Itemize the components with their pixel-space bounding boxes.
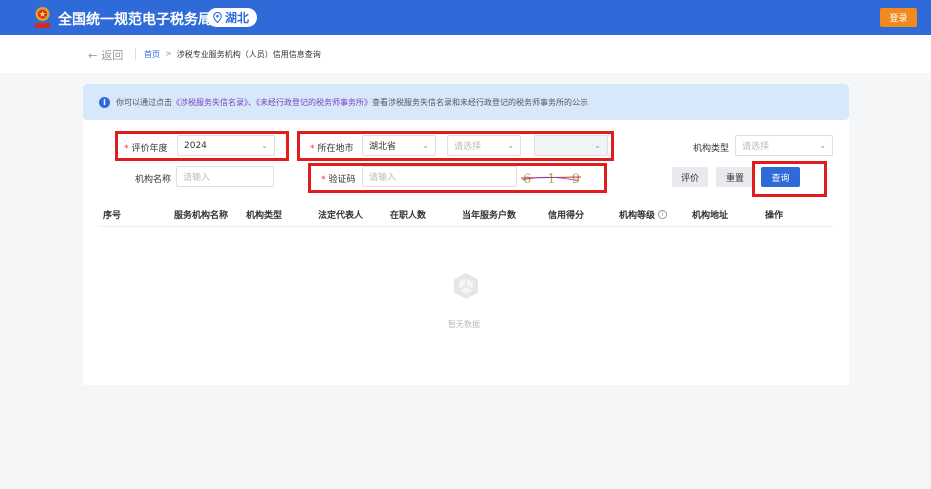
col-index: 序号 (103, 211, 122, 221)
notice-banner: i 你可以通过点击《涉税服务失信名录》、《未经行政登记的税务师事务所》查看涉税服… (83, 84, 849, 120)
national-emblem-icon (35, 7, 50, 28)
divider (135, 48, 136, 60)
highlight-box-search (752, 161, 827, 197)
back-button[interactable]: ← 返回 (88, 47, 123, 63)
org-type-label: 机构类型 (693, 144, 730, 154)
info-icon[interactable]: i (658, 210, 668, 219)
breadcrumb: 首页 > 涉税专业服务机构（人员）信用信息查询 (144, 49, 321, 60)
region-selector[interactable]: 湖北 (207, 8, 258, 27)
query-panel: i 你可以通过点击《涉税服务失信名录》、《未经行政登记的税务师事务所》查看涉税服… (83, 84, 849, 385)
col-credit-score: 信用得分 (548, 211, 585, 221)
empty-state-text: 暂无数据 (448, 320, 480, 329)
org-type-placeholder: 请选择 (742, 142, 770, 152)
col-legal-rep: 法定代表人 (318, 211, 364, 221)
breadcrumb-bar: ← 返回 首页 > 涉税专业服务机构（人员）信用信息查询 (0, 35, 931, 73)
notice-joiner: 、 (248, 97, 256, 107)
chevron-down-icon: ⌄ (819, 141, 826, 150)
breadcrumb-current: 涉税专业服务机构（人员）信用信息查询 (176, 50, 321, 59)
notice-suffix: 查看涉税服务失信名录和未经行政登记的税务师事务所的公示 (372, 97, 588, 107)
org-name-input[interactable]: 请输入 (176, 166, 274, 187)
col-clients-count: 当年服务户数 (462, 211, 517, 221)
col-org-name: 服务机构名称 (174, 211, 229, 221)
login-button[interactable]: 登录 (880, 8, 917, 27)
unregistered-firms-link[interactable]: 《未经行政登记的税务师事务所》 (256, 98, 372, 107)
col-org-type: 机构类型 (246, 211, 283, 221)
col-staff-count: 在职人数 (390, 211, 427, 221)
col-org-address: 机构地址 (692, 211, 729, 221)
arrow-left-icon: ← (88, 48, 98, 62)
table-header: 序号 服务机构名称 机构类型 法定代表人 在职人数 当年服务户数 信用得分 机构… (98, 202, 833, 227)
evaluate-button[interactable]: 评价 (672, 167, 708, 187)
col-org-level: 机构等级 i (619, 208, 668, 221)
highlight-box-location (297, 131, 614, 161)
location-pin-icon (213, 12, 222, 23)
org-name-label: 机构名称 (135, 175, 172, 185)
top-header: 全国统一规范电子税务局 湖北 登录 (0, 0, 931, 35)
reset-button[interactable]: 重置 (716, 167, 754, 187)
col-actions: 操作 (765, 211, 784, 221)
empty-box-icon (454, 273, 478, 299)
region-label: 湖北 (225, 11, 250, 25)
back-label: 返回 (101, 49, 124, 62)
org-type-select[interactable]: 请选择 ⌄ (735, 135, 833, 156)
col-org-level-label: 机构等级 (619, 211, 656, 221)
breadcrumb-home-link[interactable]: 首页 (144, 49, 160, 60)
blacklist-link[interactable]: 《涉税服务失信名录》 (172, 98, 248, 107)
highlight-box-captcha (308, 163, 607, 193)
org-name-placeholder: 请输入 (183, 173, 211, 183)
site-title: 全国统一规范电子税务局 (58, 12, 212, 28)
info-icon: i (99, 96, 110, 108)
notice-prefix: 你可以通过点击 (116, 97, 172, 107)
breadcrumb-separator: > (165, 49, 172, 58)
highlight-box-year (115, 131, 289, 161)
